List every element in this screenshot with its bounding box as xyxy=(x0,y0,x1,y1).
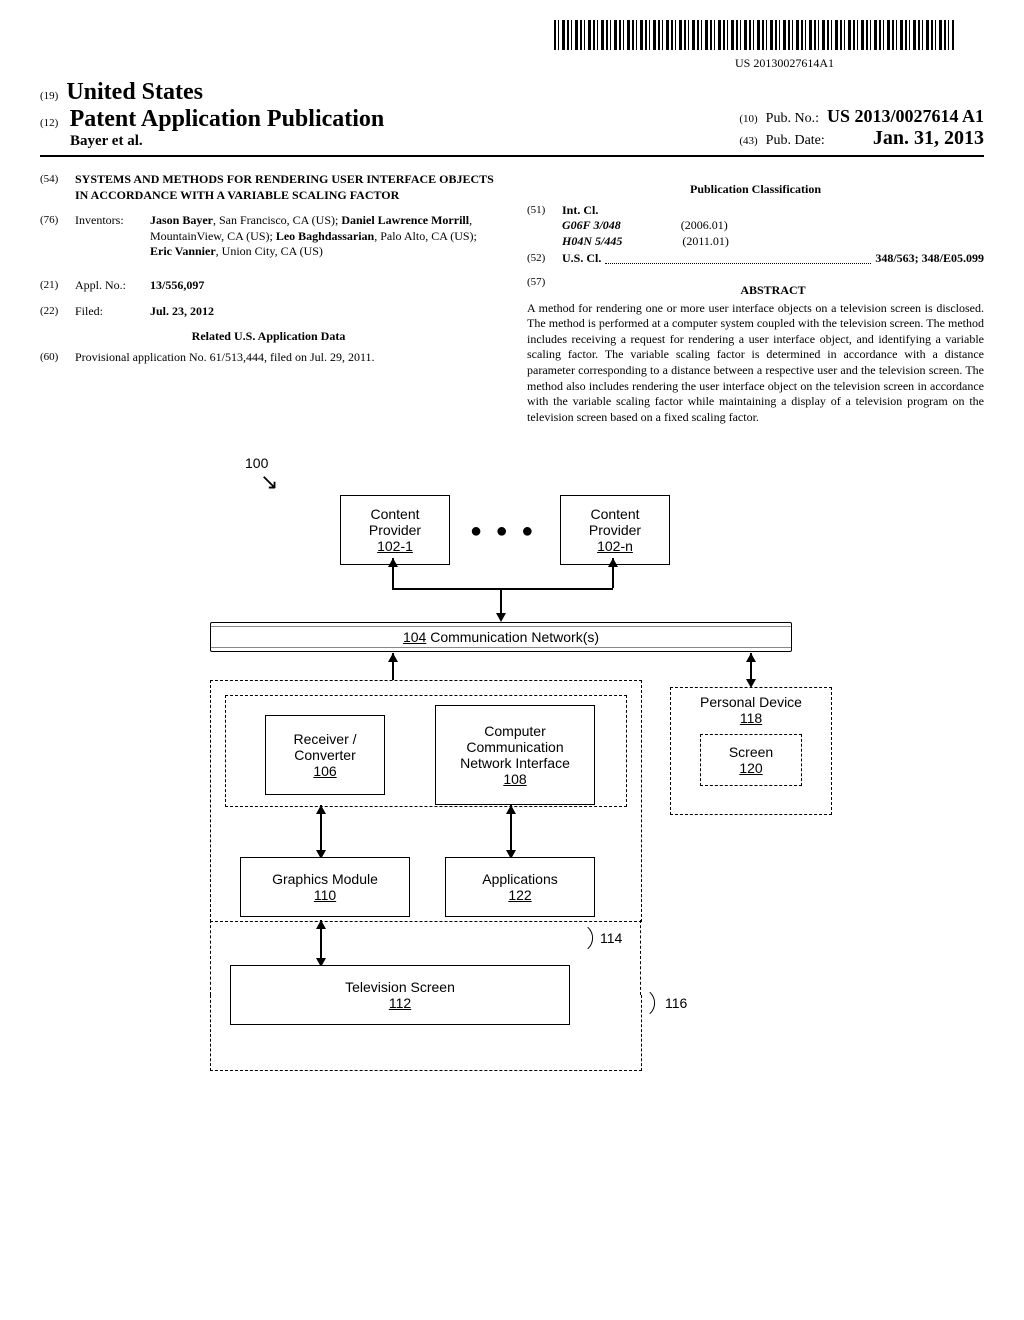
authors-etal: Bayer et al. xyxy=(70,133,384,150)
cp-ref-102-1: 102-1 xyxy=(345,538,445,554)
network-ref: 104 xyxy=(403,629,426,645)
screen-ref: 120 xyxy=(701,760,801,776)
code-76: (76) xyxy=(40,213,75,260)
network-label: Communication Network(s) xyxy=(430,629,599,645)
content-provider-label: Content Provider xyxy=(345,506,445,538)
dotted-leader xyxy=(605,251,871,264)
inventors-label: Inventors: xyxy=(75,213,150,260)
code-60: (60) xyxy=(40,350,75,366)
left-column: (54) SYSTEMS AND METHODS FOR RENDERING U… xyxy=(40,172,497,425)
ref-116: 116 xyxy=(665,995,687,1011)
ref-114: 114 xyxy=(600,930,622,946)
box-television-screen: Television Screen 112 xyxy=(230,965,570,1025)
int-cl-date: (2011.01) xyxy=(682,234,729,250)
filed-label: Filed: xyxy=(75,304,150,320)
receiver-label: Receiver / Converter xyxy=(270,731,380,763)
inventor-name: Eric Vannier xyxy=(150,244,216,258)
apps-label: Applications xyxy=(450,871,590,887)
code-21: (21) xyxy=(40,278,75,294)
arrow-icon: ↘ xyxy=(260,469,278,495)
pub-date-value: Jan. 31, 2013 xyxy=(833,127,984,150)
header-rule xyxy=(40,155,984,157)
related-heading: Related U.S. Application Data xyxy=(40,329,497,345)
leader-curve xyxy=(639,992,662,1015)
code-54: (54) xyxy=(40,172,75,203)
box-communication-network: 104 Communication Network(s) xyxy=(210,622,792,652)
code-43: (43) xyxy=(739,135,757,147)
box-applications: Applications 122 xyxy=(445,857,595,917)
inventor-loc: , San Francisco, CA (US); xyxy=(213,213,341,227)
box-personal-device: Personal Device 118 Screen 120 xyxy=(670,687,832,815)
inventor-name: Daniel Lawrence Morrill xyxy=(341,213,469,227)
filed-value: Jul. 23, 2012 xyxy=(150,304,497,320)
code-12: (12) xyxy=(40,117,58,129)
inventors-list: Jason Bayer, San Francisco, CA (US); Dan… xyxy=(150,213,497,260)
receiver-ref: 106 xyxy=(270,763,380,779)
barcode-area: US 20130027614A1 xyxy=(40,20,984,71)
abstract-heading: ABSTRACT xyxy=(562,283,984,299)
code-57: (57) xyxy=(527,275,562,299)
pub-no-label: Pub. No.: xyxy=(766,111,819,127)
box-ccni: Computer Communication Network Interface… xyxy=(435,705,595,805)
provisional-text: Provisional application No. 61/513,444, … xyxy=(75,350,497,366)
code-51: (51) xyxy=(527,203,562,250)
ccni-ref: 108 xyxy=(440,771,590,787)
bibliographic-columns: (54) SYSTEMS AND METHODS FOR RENDERING U… xyxy=(40,172,984,425)
tv-ref: 112 xyxy=(235,995,565,1011)
pub-class-heading: Publication Classification xyxy=(527,182,984,198)
invention-title: SYSTEMS AND METHODS FOR RENDERING USER I… xyxy=(75,172,497,203)
leader-curve xyxy=(577,927,600,950)
appl-no-label: Appl. No.: xyxy=(75,278,150,294)
graphics-label: Graphics Module xyxy=(245,871,405,887)
screen-label: Screen xyxy=(701,744,801,760)
apps-ref: 122 xyxy=(450,887,590,903)
box-screen: Screen 120 xyxy=(700,734,802,786)
int-cl-date: (2006.01) xyxy=(681,218,728,234)
abstract-text: A method for rendering one or more user … xyxy=(527,301,984,426)
graphics-ref: 110 xyxy=(245,887,405,903)
code-52: (52) xyxy=(527,251,562,267)
appl-no-value: 13/556,097 xyxy=(150,278,497,294)
country-name: United States xyxy=(66,79,203,106)
ccni-label: Computer Communication Network Interface xyxy=(440,723,590,771)
us-cl-value: 348/563; 348/E05.099 xyxy=(875,251,984,267)
right-column: Publication Classification (51) Int. Cl.… xyxy=(527,172,984,425)
pub-date-label: Pub. Date: xyxy=(766,133,825,149)
code-22: (22) xyxy=(40,304,75,320)
ellipsis-icon: ● ● ● xyxy=(470,520,537,543)
box-content-provider-1: Content Provider 102-1 xyxy=(340,495,450,565)
box-content-provider-n: Content Provider 102-n xyxy=(560,495,670,565)
inventor-name: Jason Bayer xyxy=(150,213,213,227)
cp-ref-102-n: 102-n xyxy=(565,538,665,554)
code-19: (19) xyxy=(40,90,58,102)
pd-ref: 118 xyxy=(671,710,831,726)
header: (19) United States (12) Patent Applicati… xyxy=(40,79,984,150)
int-cl-label: Int. Cl. xyxy=(562,203,598,217)
us-cl-label: U.S. Cl. xyxy=(562,251,601,267)
pub-no-value: US 2013/0027614 A1 xyxy=(827,106,984,127)
barcode-number: US 20130027614A1 xyxy=(40,56,834,71)
barcode-graphic xyxy=(554,20,954,50)
box-graphics-module: Graphics Module 110 xyxy=(240,857,410,917)
inventor-name: Leo Baghdassarian xyxy=(276,229,374,243)
tv-label: Television Screen xyxy=(235,979,565,995)
content-provider-label: Content Provider xyxy=(565,506,665,538)
inventor-loc: , Union City, CA (US) xyxy=(216,244,323,258)
box-receiver-converter: Receiver / Converter 106 xyxy=(265,715,385,795)
doc-type: Patent Application Publication xyxy=(70,106,385,132)
code-10: (10) xyxy=(739,113,757,125)
figure-1: 100 ↘ Content Provider 102-1 ● ● ● Conte… xyxy=(40,455,984,1075)
int-cl-class: G06F 3/048 xyxy=(562,218,621,234)
pd-label: Personal Device xyxy=(671,694,831,710)
int-cl-class: H04N 5/445 xyxy=(562,234,622,250)
inventor-loc: , Palo Alto, CA (US); xyxy=(374,229,477,243)
